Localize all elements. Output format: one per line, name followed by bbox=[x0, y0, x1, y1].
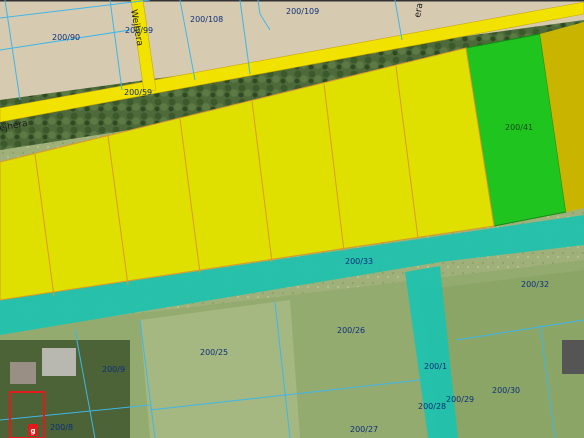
parcel-label-200-109: 200/109 bbox=[286, 7, 319, 16]
building bbox=[562, 340, 584, 374]
parcel-label-200-29: 200/29 bbox=[446, 395, 474, 404]
parcel-label-200-1: 200/1 bbox=[424, 362, 447, 371]
parcel-label-200-41: 200/41 bbox=[505, 123, 533, 132]
parcel-label-200-8: 200/8 bbox=[50, 423, 73, 432]
parcel-label-200-27: 200/27 bbox=[350, 425, 378, 434]
parcel-label-200-25: 200/25 bbox=[200, 348, 228, 357]
building-marker-label: g bbox=[30, 427, 35, 435]
parcel-map[interactable]: g ejhera era Wejhera 200/90 200/99 200/1… bbox=[0, 0, 584, 438]
parcel-label-200-30: 200/30 bbox=[492, 386, 520, 395]
parcel-label-200-9: 200/9 bbox=[102, 365, 125, 374]
parcel-label-200-59: 200/59 bbox=[124, 88, 152, 97]
parcel-label-200-99: 200/99 bbox=[125, 26, 153, 35]
parcel-label-200-26: 200/26 bbox=[337, 326, 365, 335]
parcel-label-200-108: 200/108 bbox=[190, 15, 223, 24]
building bbox=[10, 362, 36, 384]
field-200-25-area bbox=[140, 300, 300, 438]
building bbox=[42, 348, 76, 376]
parcel-label-200-32: 200/32 bbox=[521, 280, 549, 289]
parcel-label-200-33: 200/33 bbox=[345, 257, 373, 266]
parcel-label-200-28: 200/28 bbox=[418, 402, 446, 411]
parcel-label-200-90: 200/90 bbox=[52, 33, 80, 42]
map-canvas[interactable]: g ejhera era Wejhera 200/90 200/99 200/1… bbox=[0, 0, 584, 438]
